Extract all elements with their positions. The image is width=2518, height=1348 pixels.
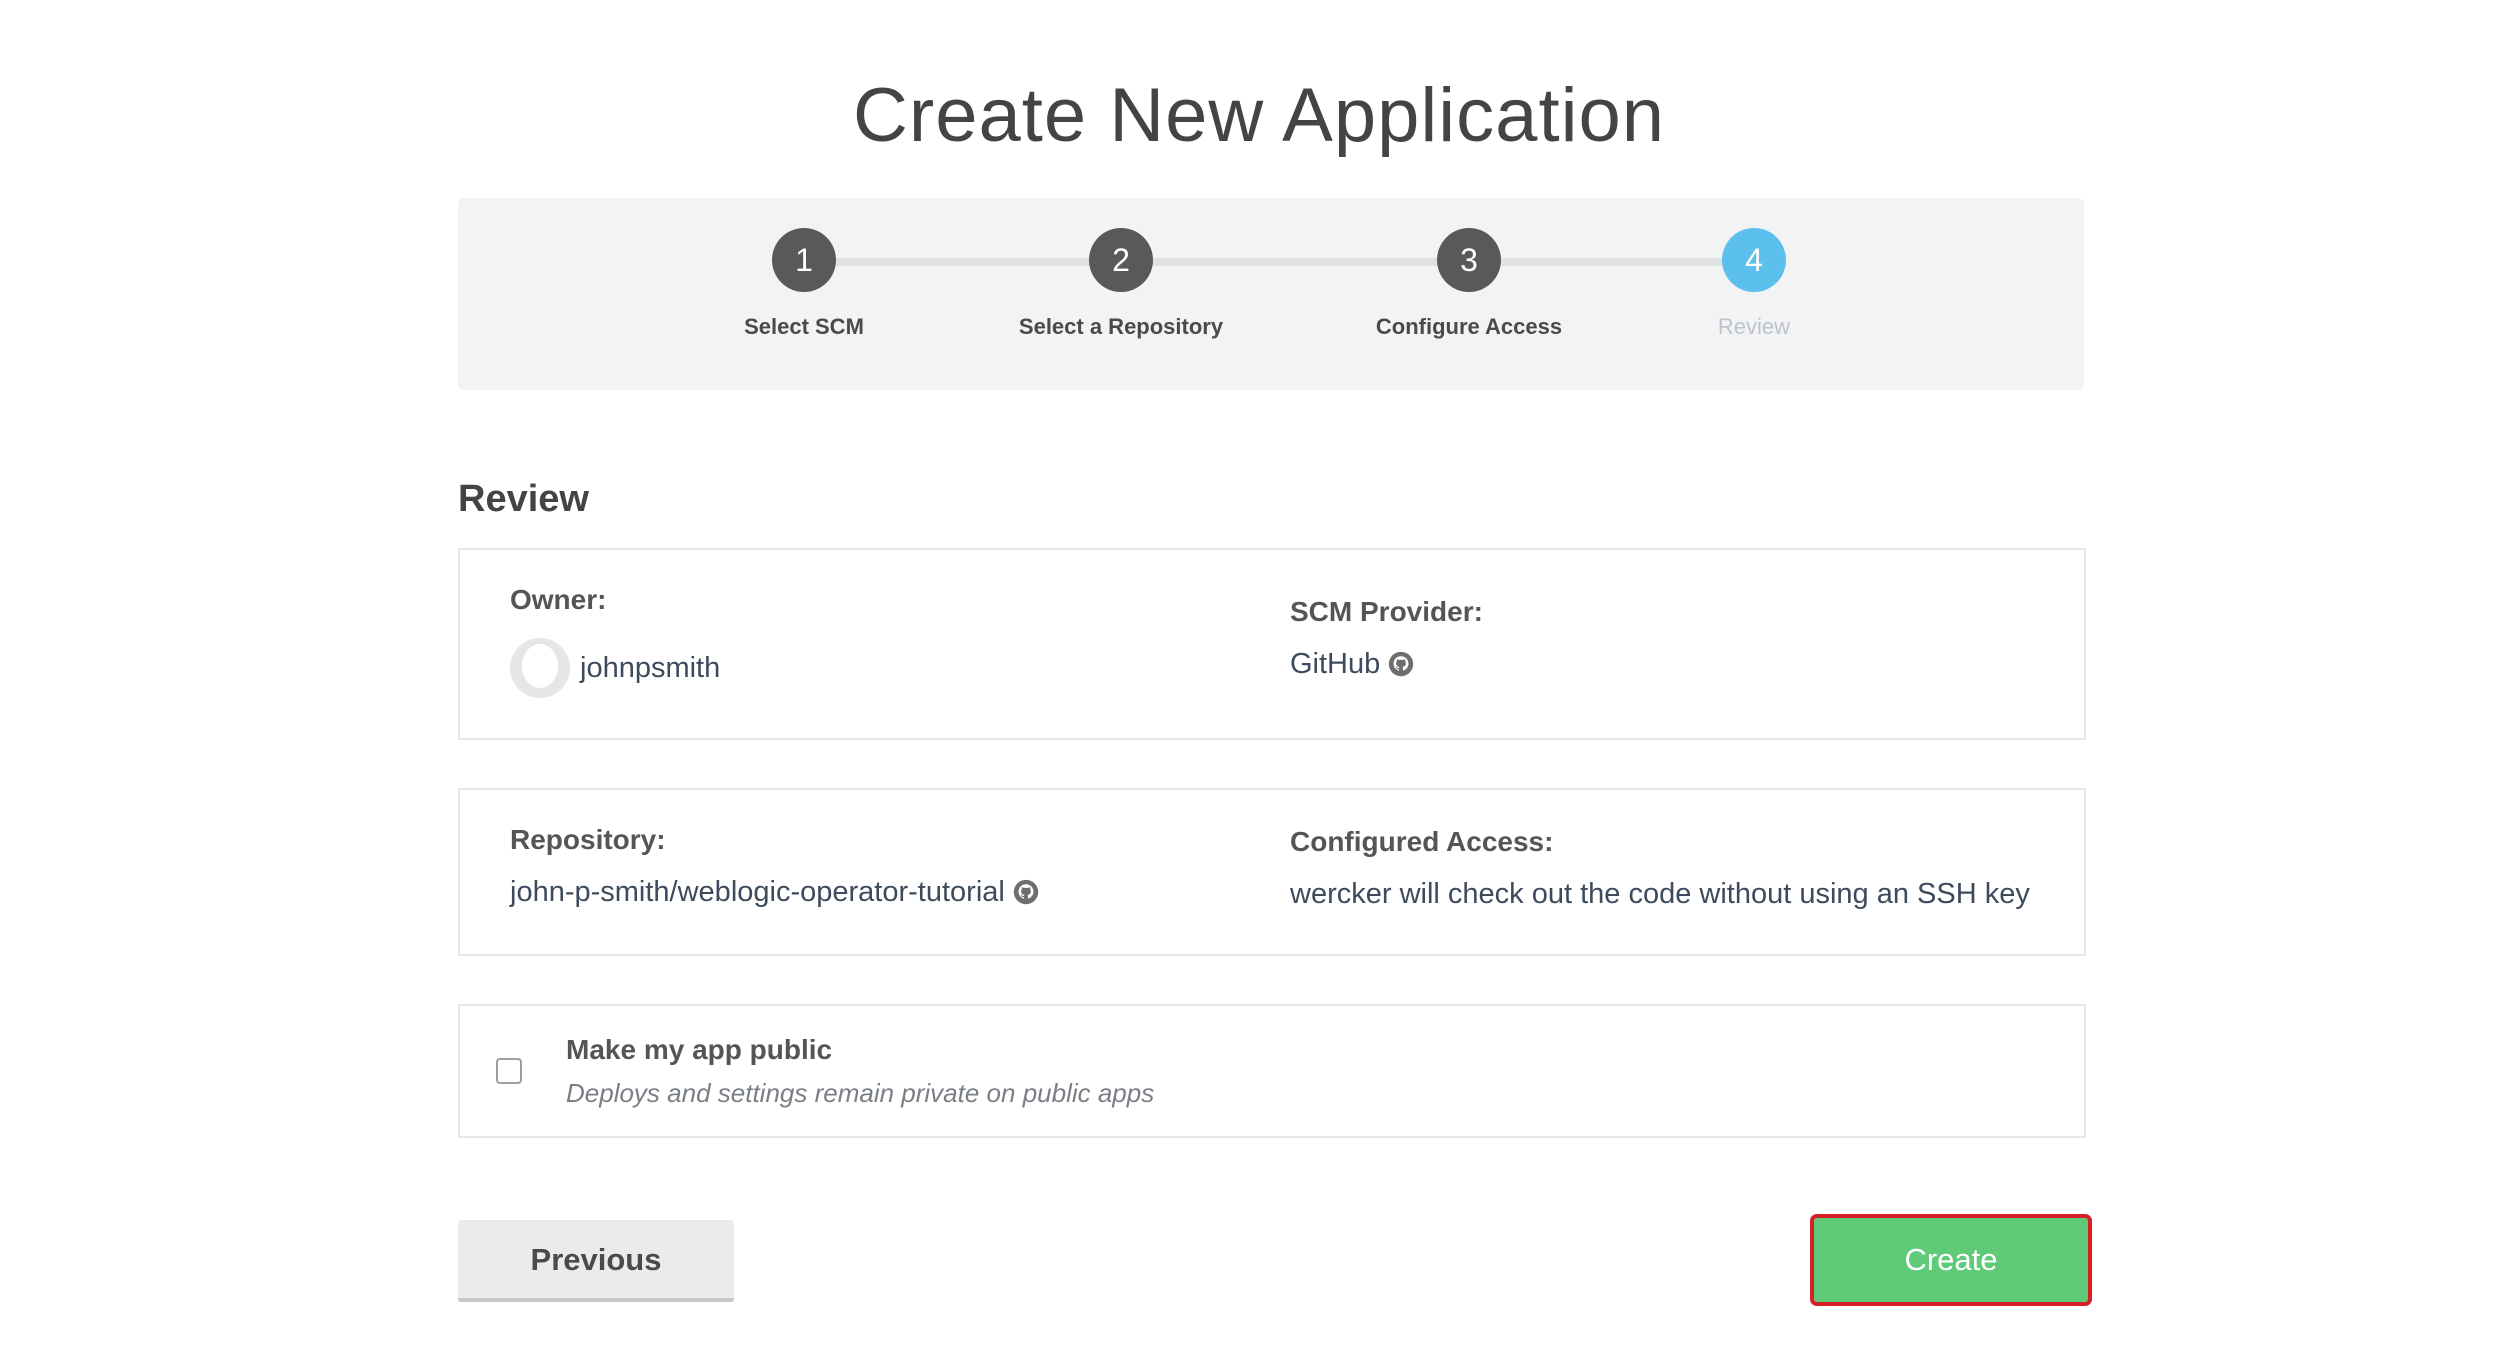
owner-scm-card: Owner: johnpsmith SCM Provider: GitHub (458, 548, 2086, 740)
owner-username: johnpsmith (580, 651, 721, 684)
step-number-circle: 3 (1437, 228, 1501, 292)
step-label-active: Review (1717, 314, 1791, 339)
github-icon (1013, 879, 1039, 905)
scm-provider-name: GitHub (1290, 647, 1381, 680)
step-select-scm[interactable]: 1 Select SCM (684, 228, 924, 340)
wizard-stepper: 1 Select SCM 2 Select a Repository 3 Con… (458, 198, 2084, 390)
github-icon (1389, 651, 1414, 677)
step-label: Configure Access (1375, 314, 1563, 339)
configured-access-label: Configured Access: (1290, 826, 1554, 857)
repository-access-card: Repository: john-p-smith/weblogic-operat… (458, 788, 2086, 956)
repository-value: john-p-smith/weblogic-operator-tutorial (510, 870, 1039, 914)
create-application-page: Create New Application 1 Select SCM 2 Se… (0, 0, 2518, 1348)
step-select-repository[interactable]: 2 Select a Repository (1001, 228, 1241, 340)
repository-label: Repository: (510, 824, 666, 855)
owner-value: johnpsmith (510, 638, 720, 698)
stepper-progress-line (804, 258, 1752, 266)
owner-label: Owner: (510, 584, 607, 615)
scm-provider-value: GitHub (1290, 642, 1414, 686)
step-label: Select a Repository (1018, 314, 1224, 339)
make-public-label[interactable]: Make my app public (566, 1034, 832, 1066)
step-review: 4 Review (1634, 228, 1874, 340)
step-number-circle-active: 4 (1722, 228, 1786, 292)
make-public-checkbox[interactable] (496, 1058, 522, 1084)
step-configure-access[interactable]: 3 Configure Access (1349, 228, 1589, 340)
create-button[interactable]: Create (1810, 1214, 2092, 1306)
avatar (510, 638, 570, 698)
page-title: Create New Application (853, 73, 1665, 158)
step-number-circle: 1 (772, 228, 836, 292)
review-section-title: Review (458, 478, 589, 520)
previous-button[interactable]: Previous (458, 1220, 734, 1302)
configured-access-value: wercker will check out the code without … (1290, 877, 2030, 910)
step-number-circle: 2 (1089, 228, 1153, 292)
repository-name: john-p-smith/weblogic-operator-tutorial (510, 875, 1005, 908)
make-public-card: Make my app public Deploys and settings … (458, 1004, 2086, 1138)
make-public-description: Deploys and settings remain private on p… (566, 1078, 1155, 1108)
step-label: Select SCM (744, 314, 864, 339)
scm-provider-label: SCM Provider: (1290, 596, 1483, 627)
